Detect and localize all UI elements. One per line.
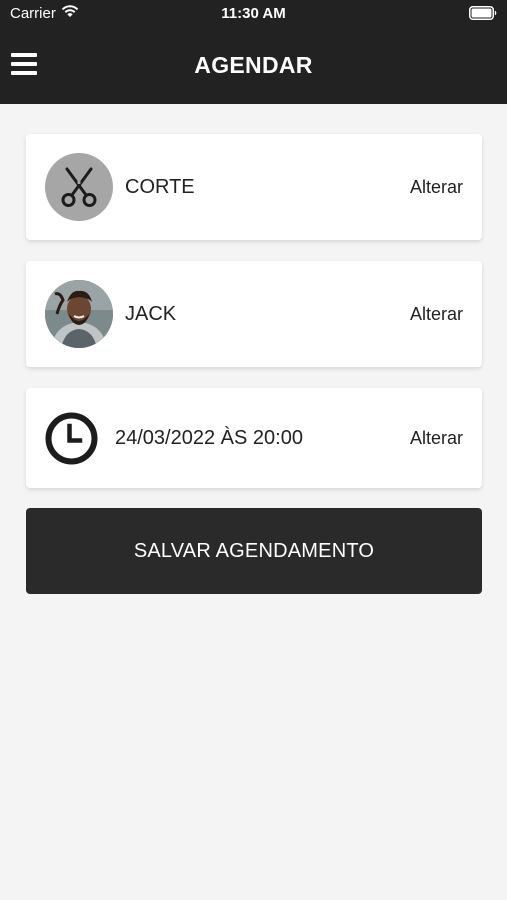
nav-bar: AGENDAR — [0, 28, 507, 104]
save-appointment-button[interactable]: SALVAR AGENDAMENTO — [26, 508, 482, 594]
scissors-icon — [61, 167, 97, 207]
status-time: 11:30 AM — [221, 5, 286, 22]
page-title: AGENDAR — [194, 52, 313, 78]
datetime-card[interactable]: 24/03/2022 ÀS 20:00 Alterar — [26, 388, 482, 488]
battery-icon — [469, 6, 497, 20]
barber-avatar — [45, 280, 113, 348]
barber-card[interactable]: JACK Alterar — [26, 261, 482, 367]
change-service-link[interactable]: Alterar — [410, 134, 463, 240]
service-avatar — [45, 153, 113, 221]
appointment-datetime: 24/03/2022 ÀS 20:00 — [115, 427, 303, 449]
change-datetime-link[interactable]: Alterar — [410, 388, 463, 488]
barber-name: JACK — [125, 303, 177, 325]
barber-photo — [45, 280, 113, 348]
service-name: CORTE — [125, 176, 195, 198]
change-barber-link[interactable]: Alterar — [410, 261, 463, 367]
service-card[interactable]: CORTE Alterar — [26, 134, 482, 240]
clock-icon — [45, 412, 98, 465]
app-header: Carrier 11:30 AM AGENDAR — [0, 0, 507, 104]
status-bar: Carrier 11:30 AM — [0, 0, 507, 28]
